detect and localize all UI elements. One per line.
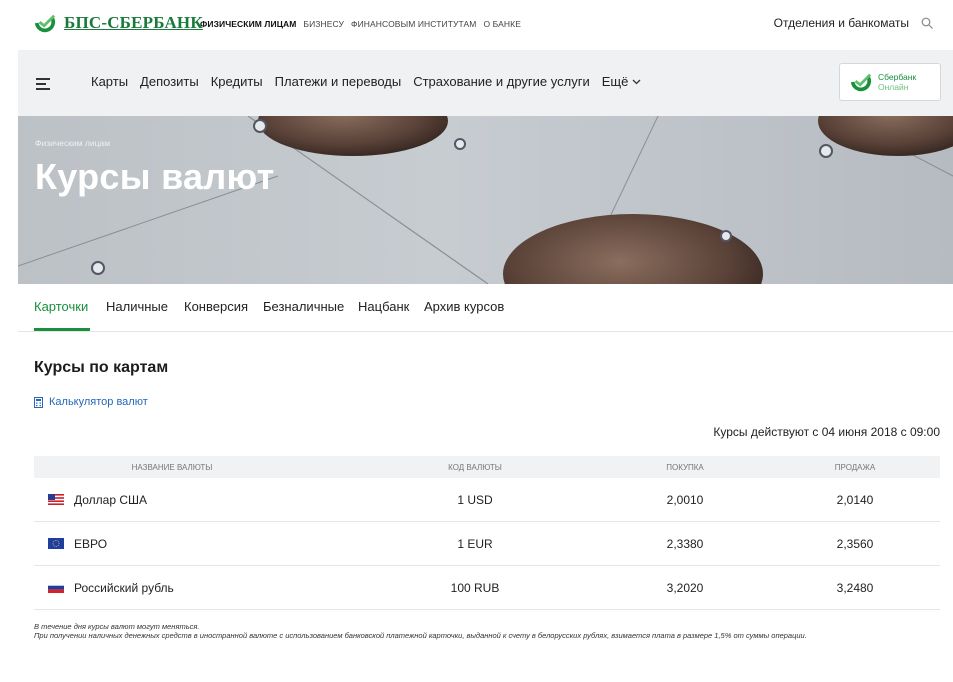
currency-cell: Российский рубль bbox=[34, 581, 350, 595]
currency-cell: Доллар США bbox=[34, 493, 350, 507]
chevron-down-icon bbox=[632, 79, 641, 84]
page: БПС-СБЕРБАНК ФИЗИЧЕСКИМ ЛИЦАМ БИЗНЕСУ ФИ… bbox=[0, 0, 953, 682]
currency-name: ЕВРО bbox=[74, 536, 108, 551]
col-header-buy: ПОКУПКА bbox=[666, 462, 704, 472]
rates-table: НАЗВАНИЕ ВАЛЮТЫ КОД ВАЛЮТЫ ПОКУПКА ПРОДА… bbox=[34, 456, 940, 610]
tab-conversion[interactable]: Конверсия bbox=[184, 299, 248, 314]
sberbank-online-label: Сбербанк Онлайн bbox=[878, 72, 916, 92]
main-nav: Карты Депозиты Кредиты Платежи и перевод… bbox=[18, 50, 953, 116]
currency-cell: ЕВРО bbox=[34, 537, 350, 551]
tab-natbank[interactable]: Нацбанк bbox=[358, 299, 409, 314]
eu-flag-icon bbox=[48, 538, 64, 549]
rates-tabs: Карточки Наличные Конверсия Безналичные … bbox=[18, 284, 953, 332]
table-row: Российский рубль 100 RUB 3,2020 3,2480 bbox=[34, 566, 940, 610]
disclaimer-line-1: В течение дня курсы валют могут меняться… bbox=[34, 622, 200, 631]
segment-financial-institutions[interactable]: ФИНАНСОВЫМ ИНСТИТУТАМ bbox=[351, 19, 476, 29]
col-header-code: КОД ВАЛЮТЫ bbox=[448, 462, 502, 472]
nav-item-payments[interactable]: Платежи и переводы bbox=[275, 74, 402, 89]
ru-flag-icon bbox=[48, 582, 64, 593]
active-tab-indicator bbox=[34, 328, 90, 331]
currency-name: Российский рубль bbox=[74, 580, 174, 595]
tab-cash[interactable]: Наличные bbox=[106, 299, 168, 314]
segment-business[interactable]: БИЗНЕСУ bbox=[303, 19, 344, 29]
sberbank-online-button[interactable]: Сбербанк Онлайн bbox=[839, 63, 941, 101]
page-title: Курсы валют bbox=[35, 156, 275, 197]
col-header-name: НАЗВАНИЕ ВАЛЮТЫ bbox=[131, 462, 213, 472]
top-bar: БПС-СБЕРБАНК ФИЗИЧЕСКИМ ЛИЦАМ БИЗНЕСУ ФИ… bbox=[0, 0, 953, 50]
calculator-link[interactable]: Калькулятор валют bbox=[34, 396, 148, 408]
currency-code: 1 EUR bbox=[457, 536, 493, 551]
brand-logo[interactable]: БПС-СБЕРБАНК bbox=[34, 12, 203, 34]
buy-rate: 2,3380 bbox=[666, 536, 704, 551]
calculator-icon bbox=[34, 396, 43, 408]
table-row: ЕВРО 1 EUR 2,3380 2,3560 bbox=[34, 522, 940, 566]
disclaimer-line-2: При получении наличных денежных средств … bbox=[34, 631, 807, 640]
table-row: Доллар США 1 USD 2,0010 2,0140 bbox=[34, 478, 940, 522]
coins-image bbox=[18, 116, 953, 284]
sell-rate: 2,0140 bbox=[836, 492, 874, 507]
nav-item-deposits[interactable]: Депозиты bbox=[140, 74, 199, 89]
disclaimer: В течение дня курсы валют могут меняться… bbox=[34, 622, 807, 640]
currency-name: Доллар США bbox=[74, 492, 148, 507]
nav-item-more[interactable]: Ещё bbox=[602, 74, 642, 89]
buy-rate: 3,2020 bbox=[666, 580, 704, 595]
nav-more-label: Ещё bbox=[601, 74, 629, 89]
col-header-sell: ПРОДАЖА bbox=[834, 462, 876, 472]
tab-noncash[interactable]: Безналичные bbox=[263, 299, 344, 314]
sberbank-logo-icon bbox=[34, 14, 56, 33]
hero-banner: Физическим лицам Курсы валют bbox=[18, 116, 953, 284]
sberbank-online-line1: Сбербанк bbox=[878, 72, 917, 82]
tab-archive[interactable]: Архив курсов bbox=[424, 299, 504, 314]
buy-rate: 2,0010 bbox=[666, 492, 704, 507]
breadcrumb[interactable]: Физическим лицам bbox=[35, 138, 110, 148]
top-right: Отделения и банкоматы bbox=[774, 16, 933, 30]
segment-nav: ФИЗИЧЕСКИМ ЛИЦАМ БИЗНЕСУ ФИНАНСОВЫМ ИНСТ… bbox=[200, 19, 521, 29]
currency-code: 1 USD bbox=[457, 492, 493, 507]
table-header: НАЗВАНИЕ ВАЛЮТЫ КОД ВАЛЮТЫ ПОКУПКА ПРОДА… bbox=[34, 456, 940, 478]
nav-item-insurance[interactable]: Страхование и другие услуги bbox=[413, 74, 590, 89]
main-menu: Карты Депозиты Кредиты Платежи и перевод… bbox=[91, 74, 641, 89]
nav-item-loans[interactable]: Кредиты bbox=[211, 74, 263, 89]
rates-valid-date: Курсы действуют с 04 июня 2018 с 09:00 bbox=[713, 425, 940, 439]
sberbank-online-icon bbox=[850, 73, 872, 92]
nav-item-cards[interactable]: Карты bbox=[91, 74, 128, 89]
segment-about[interactable]: О БАНКЕ bbox=[484, 19, 522, 29]
search-icon[interactable] bbox=[921, 17, 933, 29]
section-title: Курсы по картам bbox=[34, 359, 169, 376]
segment-individuals[interactable]: ФИЗИЧЕСКИМ ЛИЦАМ bbox=[200, 19, 296, 29]
menu-icon[interactable] bbox=[36, 78, 50, 90]
branches-link[interactable]: Отделения и банкоматы bbox=[774, 16, 909, 30]
calculator-link-label: Калькулятор валют bbox=[49, 396, 148, 408]
sell-rate: 3,2480 bbox=[836, 580, 874, 595]
currency-code: 100 RUB bbox=[450, 580, 500, 595]
us-flag-icon bbox=[48, 494, 64, 505]
tab-cards[interactable]: Карточки bbox=[34, 299, 88, 314]
sell-rate: 2,3560 bbox=[836, 536, 874, 551]
sberbank-online-line2: Онлайн bbox=[878, 82, 909, 92]
brand-name: БПС-СБЕРБАНК bbox=[64, 13, 203, 32]
